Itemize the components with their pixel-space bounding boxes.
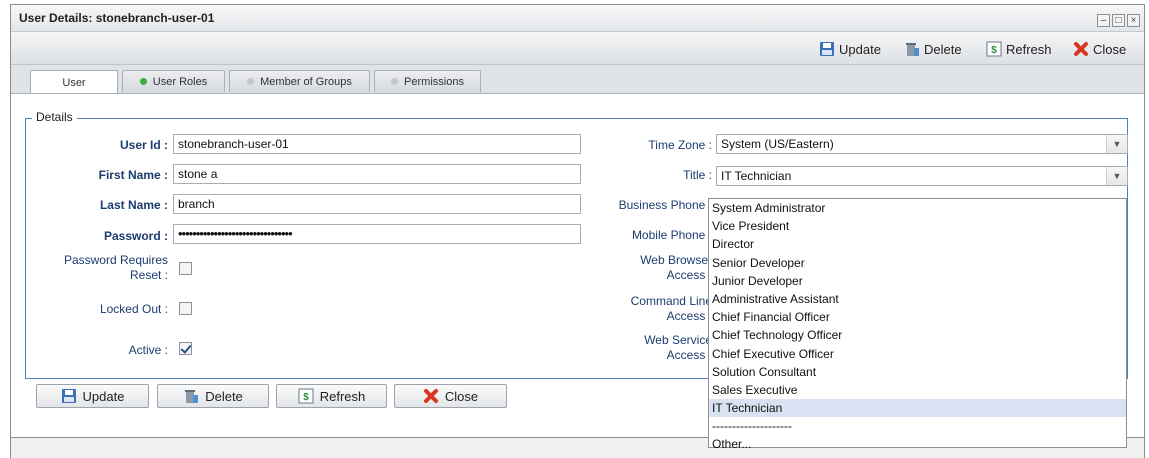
title-option[interactable]: Solution Consultant	[709, 363, 1126, 381]
toolbar-refresh-label: Refresh	[1006, 41, 1052, 57]
password-reset-label-line1: Password Requires	[63, 253, 168, 267]
toolbar-close-label: Close	[1093, 41, 1127, 57]
tab-user-roles[interactable]: User Roles	[122, 70, 225, 92]
time-zone-value: System (US/Eastern)	[721, 137, 834, 151]
title-option[interactable]: Senior Developer	[709, 254, 1126, 272]
title-option[interactable]: Junior Developer	[709, 272, 1126, 290]
tab-member-of-groups-label: Member of Groups	[260, 75, 352, 88]
toolbar-update-label: Update	[839, 41, 881, 57]
business-phone-label: Business Phone :	[618, 198, 712, 212]
time-zone-label: Time Zone :	[648, 138, 712, 152]
title-option[interactable]: Sales Executive	[709, 381, 1126, 399]
delete-trash-icon	[904, 41, 920, 57]
tab-strip: User User Roles Member of Groups Permiss…	[11, 65, 1144, 94]
user-id-label: User Id :	[119, 138, 168, 152]
toolbar-close-button[interactable]: Close	[1073, 41, 1126, 57]
title-option[interactable]: Vice President	[709, 217, 1126, 235]
title-option[interactable]: Chief Financial Officer	[709, 308, 1126, 326]
web-browser-label-line1: Web Browser	[640, 253, 712, 267]
top-toolbar: Update Delete $ Refresh Close	[11, 32, 1144, 65]
password-reset-checkbox[interactable]	[179, 262, 192, 275]
command-line-label-line1: Command Line	[630, 294, 712, 308]
title-option[interactable]: Chief Technology Officer	[709, 326, 1126, 344]
toolbar-delete-label: Delete	[924, 41, 962, 57]
update-button[interactable]: Update	[36, 384, 149, 408]
delete-button[interactable]: Delete	[157, 384, 269, 408]
tab-user-roles-label: User Roles	[152, 75, 208, 88]
last-name-field[interactable]: branch	[173, 194, 581, 214]
password-reset-label-line2: Reset :	[129, 268, 168, 282]
title-option[interactable]: Other...	[709, 435, 1126, 453]
password-field[interactable]: ••••••••••••••••••••••••••••••••	[173, 224, 581, 244]
time-zone-select[interactable]: System (US/Eastern) ▼	[716, 134, 1128, 154]
web-service-label-line2: Access :	[666, 348, 712, 362]
details-legend: Details	[32, 110, 77, 124]
minimize-icon[interactable]: –	[1097, 14, 1110, 27]
status-dot-icon	[139, 78, 147, 85]
user-id-field[interactable]: stonebranch-user-01	[173, 134, 581, 154]
tab-permissions[interactable]: Permissions	[374, 70, 481, 92]
maximize-icon[interactable]: □	[1112, 14, 1125, 27]
close-x-icon	[1073, 41, 1089, 57]
title-option[interactable]: Director	[709, 235, 1126, 253]
status-dot-icon	[391, 78, 399, 85]
title-option[interactable]: Administrative Assistant	[709, 290, 1126, 308]
title-option[interactable]: System Administrator	[709, 199, 1126, 217]
close-icon[interactable]: ×	[1127, 14, 1140, 27]
status-dot-icon	[247, 78, 255, 85]
toolbar-delete-button[interactable]: Delete	[904, 41, 962, 57]
toolbar-refresh-button[interactable]: $ Refresh	[986, 41, 1052, 57]
title-dropdown-list: System Administrator Vice President Direct…	[708, 198, 1127, 451]
title-option[interactable]: --------------------	[709, 417, 1126, 435]
refresh-icon: $	[986, 41, 1002, 57]
locked-out-label: Locked Out :	[99, 302, 168, 316]
locked-out-checkbox[interactable]	[179, 302, 192, 315]
delete-label: Delete	[205, 388, 243, 404]
window-controls: – □ ×	[1097, 14, 1140, 27]
title-value: IT Technician	[721, 169, 792, 183]
last-name-label: Last Name :	[99, 198, 168, 212]
title-label: Title :	[683, 168, 712, 182]
active-checkbox[interactable]	[179, 342, 192, 355]
web-service-label-line1: Web Service	[644, 333, 712, 347]
svg-text:$: $	[303, 392, 309, 403]
active-label: Active :	[128, 343, 168, 357]
window-titlebar[interactable]: User Details: stonebranch-user-01 – □ ×	[11, 5, 1144, 32]
save-icon	[61, 388, 77, 404]
title-option[interactable]: Chief Executive Officer	[709, 345, 1126, 363]
web-browser-label-line2: Access :	[666, 268, 712, 282]
close-button[interactable]: Close	[394, 384, 507, 408]
delete-trash-icon	[183, 388, 199, 404]
chevron-down-icon[interactable]: ▼	[1106, 135, 1127, 153]
tab-user[interactable]: User	[30, 70, 118, 94]
tab-permissions-label: Permissions	[404, 75, 464, 88]
close-label: Close	[444, 388, 479, 404]
close-x-icon	[423, 388, 439, 404]
save-icon	[819, 41, 835, 57]
tab-member-of-groups[interactable]: Member of Groups	[229, 70, 370, 92]
title-select[interactable]: IT Technician ▼	[716, 166, 1128, 186]
refresh-label: Refresh	[319, 388, 366, 404]
first-name-field[interactable]: stone a	[173, 164, 581, 184]
refresh-button[interactable]: $ Refresh	[276, 384, 387, 408]
tab-user-label: User	[62, 76, 86, 89]
first-name-label: First Name :	[98, 168, 168, 182]
refresh-icon: $	[298, 388, 314, 404]
update-label: Update	[82, 388, 125, 404]
title-option[interactable]: IT Technician	[709, 399, 1126, 418]
command-line-label-line2: Access :	[666, 309, 712, 323]
svg-text:$: $	[991, 45, 997, 56]
password-label: Password :	[103, 229, 168, 243]
chevron-down-icon[interactable]: ▼	[1106, 167, 1127, 185]
window-title: User Details: stonebranch-user-01	[19, 11, 215, 25]
mobile-phone-label: Mobile Phone :	[631, 228, 712, 242]
toolbar-update-button[interactable]: Update	[819, 41, 881, 57]
